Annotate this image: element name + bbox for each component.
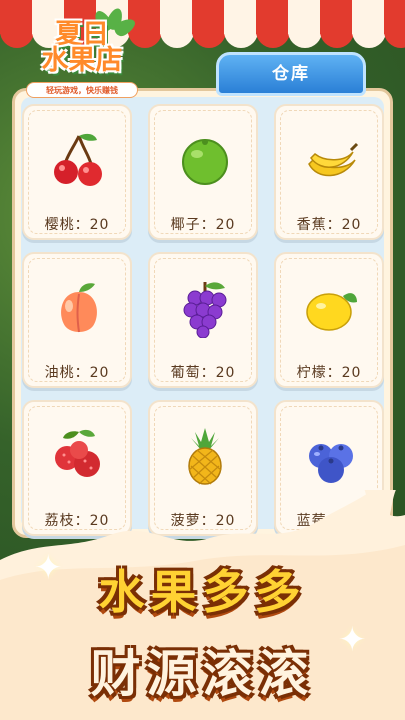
fruit-label: 樱桃：20	[24, 214, 130, 234]
logo-title-line2: 水果店	[41, 45, 123, 76]
fruit-count: 20	[89, 365, 110, 381]
awning-scallop	[224, 26, 258, 48]
fruit-label: 柠檬：20	[276, 362, 382, 382]
fruit-count: 20	[215, 217, 236, 233]
lychee-icon	[51, 426, 107, 486]
awning-scallop	[384, 26, 405, 48]
awning-scallop	[352, 26, 386, 48]
logo-title: 夏日 水果店	[26, 21, 138, 76]
fruit-label: 椰子：20	[150, 214, 256, 234]
grape-icon	[177, 278, 233, 339]
fruit-name: 油桃	[44, 365, 75, 381]
cherry-icon	[51, 130, 107, 190]
fruit-card[interactable]: 香蕉：20	[274, 104, 384, 240]
label-separator: ：	[326, 217, 342, 233]
awning-scallop	[192, 26, 226, 48]
tab-warehouse[interactable]: 仓库	[216, 52, 366, 96]
banana-icon	[303, 130, 359, 190]
logo-subtitle: 轻玩游戏，快乐赚钱	[26, 82, 138, 98]
lemon-icon	[303, 278, 359, 338]
fruit-name: 柠檬	[296, 365, 327, 381]
fruit-card[interactable]: 椰子：20	[148, 104, 258, 240]
game-logo: 夏日 水果店 轻玩游戏，快乐赚钱	[22, 6, 142, 98]
fruit-name: 葡萄	[170, 365, 201, 381]
fruit-label: 香蕉：20	[276, 214, 382, 234]
fruit-label: 油桃：20	[24, 362, 130, 382]
fruit-name: 香蕉	[296, 217, 327, 233]
pineapple-icon	[177, 426, 233, 486]
blueberry-icon	[303, 426, 359, 486]
fruit-card[interactable]: 樱桃：20	[22, 104, 132, 240]
label-separator: ：	[74, 217, 90, 233]
awning-scallop	[160, 26, 194, 48]
label-separator: ：	[326, 365, 342, 381]
fruit-count: 20	[215, 365, 236, 381]
fruit-name: 椰子	[170, 217, 201, 233]
awning-scallop	[288, 26, 322, 48]
fruit-card[interactable]: 油桃：20	[22, 252, 132, 388]
label-separator: ：	[200, 365, 216, 381]
awning-scallop	[320, 26, 354, 48]
fruit-count: 20	[341, 365, 362, 381]
fruit-name: 樱桃	[44, 217, 75, 233]
slogan-line2: 财源滚滚	[90, 645, 315, 703]
fruit-card[interactable]: 葡萄：20	[148, 252, 258, 388]
label-separator: ：	[200, 217, 216, 233]
fruit-count: 20	[341, 217, 362, 233]
fruit-count: 20	[89, 217, 110, 233]
nectarine-icon	[51, 278, 107, 338]
fruit-card[interactable]: 柠檬：20	[274, 252, 384, 388]
coconut-icon	[177, 130, 233, 190]
slogan-line1: 水果多多	[98, 565, 307, 619]
awning-scallop	[256, 26, 290, 48]
fruit-label: 葡萄：20	[150, 362, 256, 382]
label-separator: ：	[74, 365, 90, 381]
